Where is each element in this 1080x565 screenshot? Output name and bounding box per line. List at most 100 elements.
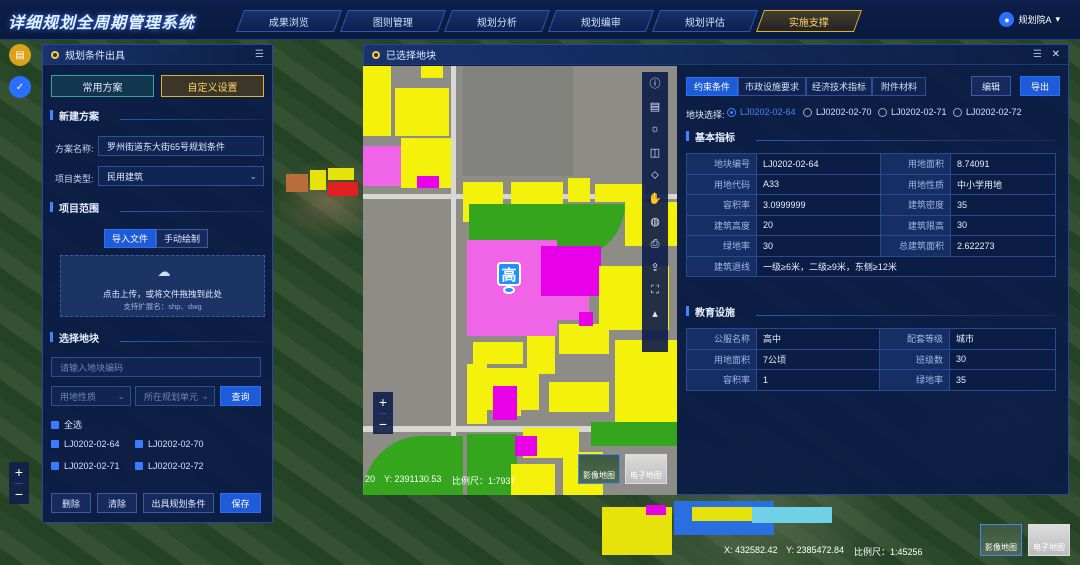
fullscreen-icon[interactable]: ⛶ [648, 283, 662, 297]
project-type-label: 项目类型: [55, 174, 94, 184]
basemap-image-toggle[interactable]: 影像地图 [578, 454, 620, 484]
checkbox-checked-icon [51, 462, 59, 470]
parcel-map[interactable]: 高 [363, 66, 677, 495]
zoom-in-icon[interactable]: + [379, 392, 387, 413]
dialog-scale: 比例尺：1:7937 [452, 476, 516, 486]
nav-review[interactable]: 规划编审 [547, 10, 655, 32]
radio-checked-icon [727, 107, 736, 117]
tab-economic[interactable]: 经济技术指标 [806, 77, 872, 96]
tab-common-plans[interactable]: 常用方案 [51, 75, 154, 97]
checkbox-checked-icon [51, 420, 59, 429]
panel-header: 规划条件出具 ☰ [43, 45, 272, 65]
main-basemap-image-toggle[interactable]: 影像地图 [980, 524, 1022, 556]
document-icon[interactable]: ▤ [648, 99, 662, 113]
edit-button[interactable]: 编辑 [971, 76, 1011, 96]
marker-pin-icon [503, 286, 515, 294]
tab-constraints[interactable]: 约束条件 [686, 77, 738, 96]
section-basic-indicators: 基本指标 [686, 129, 1056, 144]
zoom-out-icon[interactable]: − [14, 483, 24, 504]
user-menu[interactable]: ● 规划院A ▾ [999, 12, 1060, 27]
section-education-facilities: 教育设施 [686, 304, 1056, 319]
print-icon[interactable]: ⎙ [648, 237, 662, 251]
map-toolbar: ⓘ ▤ ☼ ◫ ⬦ ✋ ◍ ⎙ ⇪ ⛶ ▴ [642, 72, 668, 352]
main-coord-x: X: 432582.42 [724, 545, 778, 555]
zoom-in-icon[interactable]: + [15, 462, 23, 483]
basemap-vector-toggle[interactable]: 电子地图 [625, 454, 667, 484]
parcel-checkbox[interactable]: LJ0202-02-72 [135, 461, 204, 471]
query-button[interactable]: 查询 [220, 386, 261, 406]
clear-button[interactable]: 清除 [97, 493, 137, 513]
checkbox-checked-icon [51, 440, 59, 448]
nav-analysis[interactable]: 规划分析 [443, 10, 551, 32]
map-parcel-overlay [276, 160, 362, 200]
main-zoom-control: + − [9, 462, 29, 504]
parcel-radio[interactable]: LJ0202-02-71 [878, 107, 947, 117]
dialog-coord-x: 20 [365, 474, 376, 484]
parcel-checkbox[interactable]: LJ0202-02-64 [51, 439, 120, 449]
upload-dropzone[interactable]: ☁ 点击上传，或将文件拖拽到此处 支持扩展名：shp、dwg [60, 255, 265, 317]
table-row: 公服名称 高中 配套等级 城市 [686, 328, 1056, 350]
export-map-icon[interactable]: ⇪ [648, 260, 662, 274]
tab-custom-settings[interactable]: 自定义设置 [161, 75, 264, 97]
table-row: 容积率 3.0999999 建筑密度 35 [686, 194, 1056, 216]
parcel-code-input[interactable]: 请输入地块编码 [51, 357, 261, 377]
menu-icon[interactable]: ☰ [255, 49, 264, 60]
zoom-out-icon[interactable]: − [378, 413, 388, 434]
export-button[interactable]: 导出 [1020, 76, 1060, 96]
collapse-up-icon[interactable]: ▴ [648, 306, 662, 320]
locate-icon[interactable]: ✓ [9, 76, 31, 98]
parcel-select-label: 地块选择: [686, 110, 725, 120]
plan-name-field[interactable]: 罗州街道东大街65号规划条件 [98, 136, 264, 156]
hand-pan-icon[interactable]: ✋ [648, 191, 662, 205]
save-button[interactable]: 保存 [220, 493, 261, 513]
checkbox-checked-icon [135, 440, 143, 448]
parcel-checkbox[interactable]: LJ0202-02-70 [135, 439, 204, 449]
parcel-zoom-control: + − [373, 392, 393, 434]
table-row: 建筑高度 20 建筑限高 30 [686, 214, 1056, 236]
parcel-radio[interactable]: LJ0202-02-70 [803, 107, 872, 117]
education-facilities-table: 公服名称 高中 配套等级 城市 用地面积 7公顷 班级数 30 容积率 1 绿地率 35 [686, 328, 1056, 391]
nav-drawings[interactable]: 图则管理 [339, 10, 447, 32]
sun-icon[interactable]: ☼ [648, 122, 662, 136]
chevron-down-icon: ⌄ [201, 390, 209, 401]
planning-unit-select[interactable]: 所在规划单元 ⌄ [135, 386, 215, 406]
table-row: 绿地率 30 总建筑面积 2.622273 [686, 235, 1056, 257]
table-row: 地块编号 LJ0202-02-64 用地面积 8.74091 [686, 153, 1056, 175]
nav-evaluation[interactable]: 规划评估 [651, 10, 759, 32]
table-row: 建筑退线 一级≥6米，二级≥9米，东侧≥12米 [686, 255, 1056, 277]
radio-icon [953, 107, 962, 117]
info-icon[interactable]: ⓘ [648, 76, 662, 90]
split-view-icon[interactable]: ◫ [648, 145, 662, 159]
main-coord-y: Y: 2385472.84 [786, 545, 845, 555]
land-use-select[interactable]: 用地性质 ⌄ [51, 386, 131, 406]
cloud-upload-icon: ☁ [157, 264, 171, 279]
chevron-down-icon: ▾ [1055, 14, 1060, 24]
main-basemap-vector-toggle[interactable]: 电子地图 [1028, 524, 1070, 556]
panel-title: 规划条件出具 [65, 51, 125, 62]
layer-tool-icon[interactable]: ▤ [9, 44, 31, 66]
tab-municipal[interactable]: 市政设施要求 [738, 77, 806, 96]
menu-icon[interactable]: ☰ [1033, 49, 1042, 60]
close-icon[interactable]: ✕ [1052, 49, 1060, 60]
import-file-button[interactable]: 导入文件 [104, 229, 156, 248]
manual-draw-button[interactable]: 手动绘制 [156, 229, 208, 248]
section-new-plan: 新建方案 [50, 108, 265, 123]
delete-button[interactable]: 删除 [51, 493, 91, 513]
tab-attachments[interactable]: 附件材料 [872, 77, 926, 96]
parcel-checkbox[interactable]: LJ0202-02-71 [51, 461, 120, 471]
parcel-radio[interactable]: LJ0202-02-72 [953, 107, 1022, 117]
nav-implementation[interactable]: 实施支撑 [755, 10, 863, 32]
dialog-ring-icon [372, 50, 380, 59]
select-all-checkbox[interactable]: 全选 [51, 418, 82, 431]
project-type-select[interactable]: 民用建筑 ⌄ [98, 166, 264, 186]
tag-icon[interactable]: ⬦ [648, 168, 662, 182]
chevron-down-icon: ⌄ [249, 170, 257, 181]
panel-ring-icon [51, 50, 59, 59]
issue-conditions-button[interactable]: 出具规划条件 [143, 493, 214, 513]
school-marker[interactable]: 高 [497, 262, 521, 286]
dialog-title: 已选择地块 [386, 51, 436, 62]
section-select-parcel: 选择地块 [50, 330, 265, 345]
globe-icon[interactable]: ◍ [648, 214, 662, 228]
parcel-radio[interactable]: LJ0202-02-64 [727, 107, 796, 117]
nav-results[interactable]: 成果浏览 [235, 10, 343, 32]
